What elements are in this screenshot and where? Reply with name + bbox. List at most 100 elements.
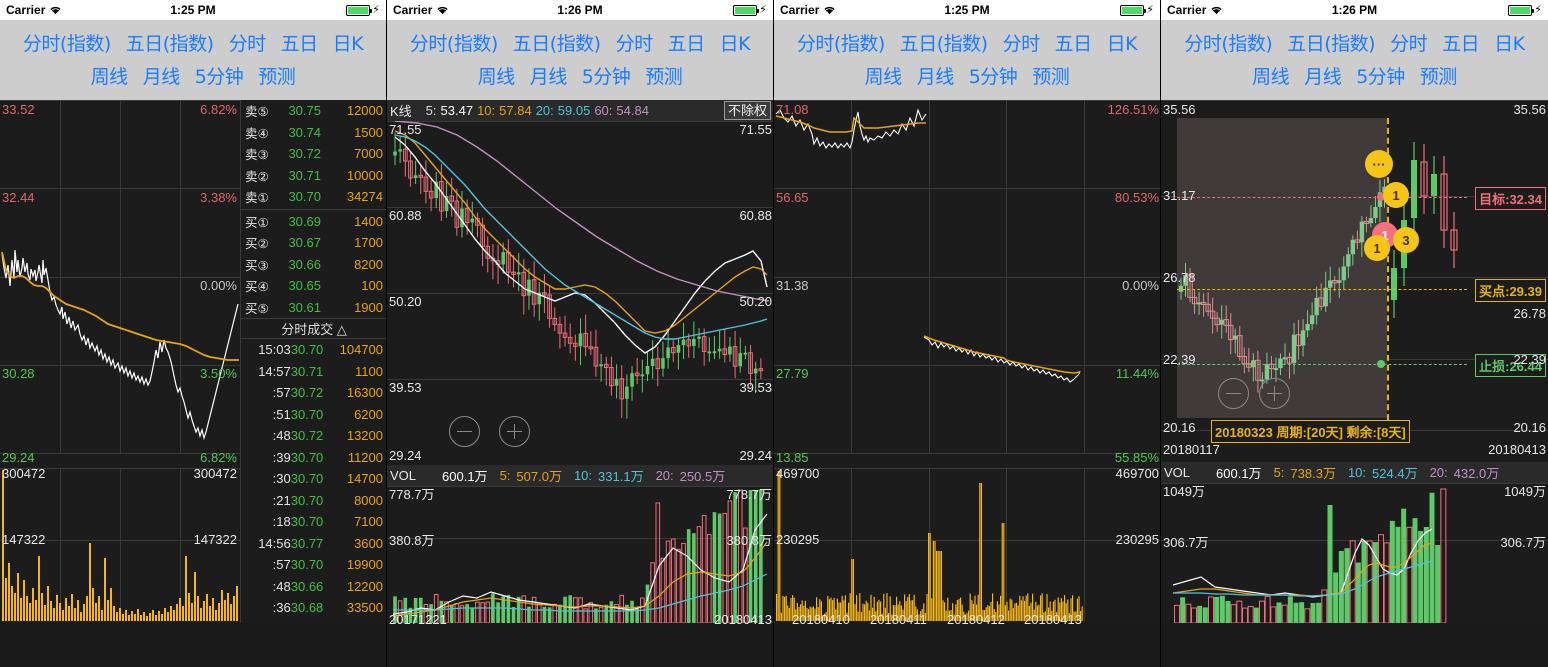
chart-panel-4[interactable]: 目标:32.34 买点:29.39 止损:26.44 20180323 周期:[…: [1161, 100, 1548, 623]
tab-fenshi-index[interactable]: 分时(指数): [797, 29, 885, 56]
tab-yuce[interactable]: 预测: [258, 62, 296, 89]
tab-wuri[interactable]: 五日: [668, 29, 706, 56]
zoom-in-button[interactable]: [1259, 378, 1290, 409]
signal-marker-1c[interactable]: 1: [1364, 235, 1390, 261]
tick-price: 30.70: [290, 471, 324, 487]
bid-row[interactable]: 买③ 30.66 8200: [241, 254, 386, 276]
tab-fenshi-index[interactable]: 分时(指数): [410, 29, 498, 56]
ma5-value: 53.47: [440, 103, 474, 118]
price-axis-4-right: 3.50%: [200, 366, 237, 381]
tick-row[interactable]: :30 30.70 14700: [241, 468, 386, 490]
ask-level: 卖①: [245, 191, 269, 206]
tab-wuri-index[interactable]: 五日(指数): [513, 29, 601, 56]
vol-label: VOL: [390, 468, 417, 483]
tab-fenshi[interactable]: 分时: [1390, 29, 1428, 56]
tab-zhouxian[interactable]: 周线: [478, 62, 516, 89]
battery-icon: [346, 4, 373, 16]
ask-row[interactable]: 卖① 30.70 34274: [241, 186, 386, 208]
target-annotation[interactable]: 目标:32.34: [1475, 187, 1546, 210]
tick-qty: 14700: [346, 471, 383, 487]
volume-axis-mid-right: 147322: [193, 532, 237, 547]
buy-annotation[interactable]: 买点:29.39: [1475, 279, 1546, 302]
tick-row[interactable]: :57 30.70 19900: [241, 554, 386, 576]
price-axis-low-left: 29.24: [2, 450, 35, 465]
tab-zhouxian[interactable]: 周线: [865, 62, 903, 89]
tick-row[interactable]: :51 30.70 6200: [241, 404, 386, 426]
tab-yuexian[interactable]: 月线: [530, 62, 568, 89]
tick-list[interactable]: 15:03 30.70 104700 14:57 30.71 1100:57 30.72 16…: [241, 339, 386, 623]
tick-row[interactable]: 15:03 30.70 104700: [241, 339, 386, 361]
tab-row-2: 周线 月线 5分钟 预测: [1161, 59, 1548, 92]
tab-fenshi-index[interactable]: 分时(指数): [1184, 29, 1272, 56]
zoom-in-button[interactable]: [499, 416, 530, 447]
bid-row[interactable]: 买⑤ 30.61 1900: [241, 297, 386, 319]
tab-zhouxian[interactable]: 周线: [91, 62, 129, 89]
tab-fenshi[interactable]: 分时: [616, 29, 654, 56]
k-axis-4-left: 29.24: [389, 448, 422, 463]
tab-yuexian[interactable]: 月线: [143, 62, 181, 89]
chart-panel-2[interactable]: K线 5: 53.47 10: 57.84 20: 59.05 60: 54.8…: [387, 100, 773, 627]
period-annotation[interactable]: 20180323 周期:[20天] 剩余:[8天]: [1211, 420, 1410, 443]
tab-rik[interactable]: 日K: [333, 29, 364, 56]
tab-bar-2: 分时(指数) 五日(指数) 分时 五日 日K 周线 月线 5分钟 预测: [387, 20, 773, 100]
tab-yuce[interactable]: 预测: [645, 62, 683, 89]
tick-time: :18: [272, 514, 291, 530]
chart-panel-3[interactable]: 71.08 126.51% 56.65 80.53% 31.38 0.00% 2…: [774, 100, 1160, 627]
tab-wuri-index[interactable]: 五日(指数): [126, 29, 214, 56]
tick-row[interactable]: :18 30.70 7100: [241, 511, 386, 533]
adjust-mode-button[interactable]: 不除权: [723, 101, 771, 120]
tab-yuexian[interactable]: 月线: [1304, 62, 1342, 89]
p3-day-3: 20180413: [1024, 612, 1082, 627]
tick-row[interactable]: :21 30.70 8000: [241, 490, 386, 512]
ask-qty: 12000: [346, 103, 383, 119]
bid-row[interactable]: 买① 30.69 1400: [241, 211, 386, 233]
ask-row[interactable]: 卖④ 30.74 1500: [241, 122, 386, 144]
tab-zhouxian[interactable]: 周线: [1252, 62, 1290, 89]
tab-wuri[interactable]: 五日: [1442, 29, 1480, 56]
buy-line: [1177, 289, 1467, 290]
ask-row[interactable]: 卖⑤ 30.75 12000: [241, 100, 386, 122]
tab-rik[interactable]: 日K: [1494, 29, 1525, 56]
tick-row[interactable]: :48 30.66 12200: [241, 576, 386, 598]
ask-row[interactable]: 卖③ 30.72 7000: [241, 143, 386, 165]
tab-5min[interactable]: 5分钟: [582, 62, 631, 89]
tick-row[interactable]: :2730.604700: [241, 619, 386, 623]
tick-row[interactable]: :48 30.72 13200: [241, 425, 386, 447]
chart-panel-1[interactable]: 33.52 6.82% 32.44 3.38% 0.00% 30.28 3.50…: [0, 100, 386, 623]
tick-row[interactable]: :36 30.68 33500: [241, 597, 386, 619]
ticks-header[interactable]: 分时成交 △: [241, 318, 386, 339]
tick-row[interactable]: :39 30.70 11200: [241, 447, 386, 469]
tick-row[interactable]: 14:57 30.71 1100: [241, 361, 386, 383]
tab-yuexian[interactable]: 月线: [917, 62, 955, 89]
order-book-panel[interactable]: 卖⑤ 30.75 12000 卖④ 30.74 1500 卖③ 30.72 70…: [240, 100, 386, 623]
tab-wuri-index[interactable]: 五日(指数): [900, 29, 988, 56]
tab-5min[interactable]: 5分钟: [195, 62, 244, 89]
ma20-label: 20:: [535, 103, 554, 118]
signal-marker-dots[interactable]: ···: [1365, 150, 1393, 178]
bid-row[interactable]: 买④ 30.65 100: [241, 275, 386, 297]
tab-5min[interactable]: 5分钟: [969, 62, 1018, 89]
tab-wuri-index[interactable]: 五日(指数): [1287, 29, 1375, 56]
zoom-out-button[interactable]: [449, 416, 480, 447]
signal-marker-3[interactable]: 3: [1393, 227, 1419, 253]
tab-wuri[interactable]: 五日: [1055, 29, 1093, 56]
tick-row[interactable]: :57 30.72 16300: [241, 382, 386, 404]
tab-rik[interactable]: 日K: [720, 29, 751, 56]
tab-fenshi[interactable]: 分时: [229, 29, 267, 56]
ask-row[interactable]: 卖② 30.71 10000: [241, 165, 386, 187]
tick-price: 30.70: [290, 492, 324, 508]
tab-rik[interactable]: 日K: [1107, 29, 1138, 56]
tab-row-2: 周线 月线 5分钟 预测: [774, 59, 1160, 92]
tab-yuce[interactable]: 预测: [1420, 62, 1458, 89]
zoom-out-button[interactable]: [1218, 378, 1249, 409]
tab-fenshi[interactable]: 分时: [1003, 29, 1041, 56]
bid-row[interactable]: 买② 30.67 1700: [241, 232, 386, 254]
tab-wuri[interactable]: 五日: [281, 29, 319, 56]
tab-yuce[interactable]: 预测: [1032, 62, 1070, 89]
signal-marker-1a[interactable]: 1: [1383, 182, 1409, 208]
tick-time: :27: [245, 622, 291, 623]
tab-fenshi-index[interactable]: 分时(指数): [23, 29, 111, 56]
tick-row[interactable]: 14:56 30.77 3600: [241, 533, 386, 555]
tick-qty: 6200: [354, 406, 383, 422]
tab-5min[interactable]: 5分钟: [1356, 62, 1405, 89]
